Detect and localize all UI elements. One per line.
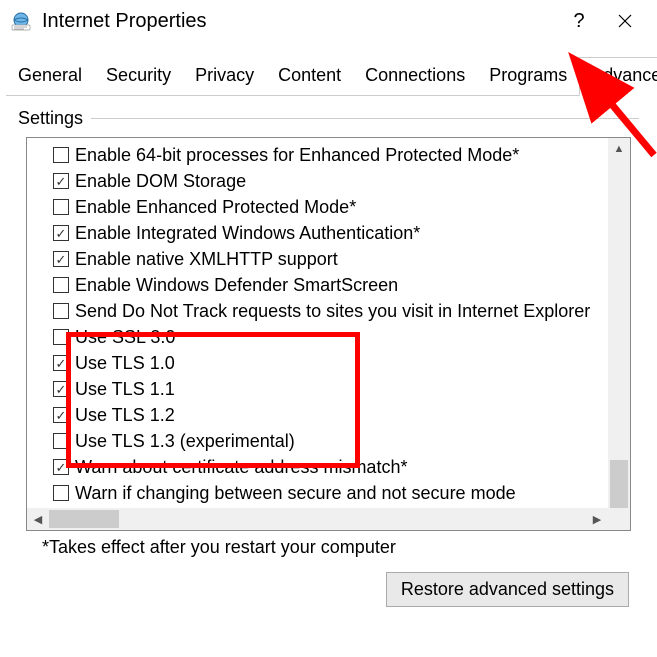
window-title: Internet Properties	[42, 10, 559, 33]
help-button[interactable]: ?	[559, 3, 599, 39]
window-controls: ?	[559, 3, 651, 39]
tab-content[interactable]: Content	[266, 57, 353, 96]
setting-item[interactable]: Use SSL 3.0	[53, 324, 630, 350]
setting-item[interactable]: Enable 64-bit processes for Enhanced Pro…	[53, 142, 630, 168]
checkbox-icon[interactable]	[53, 485, 69, 501]
setting-label: Enable Enhanced Protected Mode*	[75, 197, 356, 218]
checkbox-icon[interactable]	[53, 173, 69, 189]
restore-advanced-settings-button[interactable]: Restore advanced settings	[386, 572, 629, 607]
checkbox-icon[interactable]	[53, 199, 69, 215]
checkbox-icon[interactable]	[53, 381, 69, 397]
checkbox-icon[interactable]	[53, 147, 69, 163]
setting-item[interactable]: Enable native XMLHTTP support	[53, 246, 630, 272]
setting-item[interactable]: Enable DOM Storage	[53, 168, 630, 194]
horizontal-scrollbar[interactable]: ◀ ▶	[27, 508, 630, 530]
tab-security[interactable]: Security	[94, 57, 183, 96]
vertical-scrollbar[interactable]: ▲ ▼	[608, 138, 630, 508]
checkbox-icon[interactable]	[53, 407, 69, 423]
setting-item[interactable]: Use TLS 1.1	[53, 376, 630, 402]
setting-label: Enable Windows Defender SmartScreen	[75, 275, 398, 296]
checkbox-icon[interactable]	[53, 225, 69, 241]
titlebar: Internet Properties ?	[0, 0, 657, 42]
checkbox-icon[interactable]	[53, 355, 69, 371]
setting-label: Warn about certificate address mismatch*	[75, 457, 407, 478]
setting-label: Use SSL 3.0	[75, 327, 175, 348]
tab-advanced[interactable]: Advanced	[579, 57, 657, 96]
setting-label: Enable 64-bit processes for Enhanced Pro…	[75, 145, 519, 166]
groupbox-settings: Settings	[18, 108, 639, 129]
setting-item[interactable]: Enable Integrated Windows Authentication…	[53, 220, 630, 246]
settings-list: Enable 64-bit processes for Enhanced Pro…	[27, 138, 630, 530]
setting-item[interactable]: Warn if changing between secure and not …	[53, 480, 630, 506]
tab-strip: GeneralSecurityPrivacyContentConnections…	[6, 56, 651, 96]
tab-connections[interactable]: Connections	[353, 57, 477, 96]
scroll-track[interactable]	[608, 160, 630, 486]
setting-item[interactable]: Enable Enhanced Protected Mode*	[53, 194, 630, 220]
scroll-right-arrow-icon[interactable]: ▶	[586, 508, 608, 530]
setting-item[interactable]: Enable Windows Defender SmartScreen	[53, 272, 630, 298]
checkbox-icon[interactable]	[53, 251, 69, 267]
checkbox-icon[interactable]	[53, 303, 69, 319]
setting-item[interactable]: Use TLS 1.2	[53, 402, 630, 428]
checkbox-icon[interactable]	[53, 433, 69, 449]
groupbox-label: Settings	[18, 108, 83, 129]
hscroll-thumb[interactable]	[49, 510, 119, 528]
internet-options-icon	[10, 10, 32, 32]
tab-general[interactable]: General	[6, 57, 94, 96]
settings-listbox[interactable]: Enable 64-bit processes for Enhanced Pro…	[26, 137, 631, 531]
setting-item[interactable]: Use TLS 1.3 (experimental)	[53, 428, 630, 454]
tab-content-advanced: Settings Enable 64-bit processes for Enh…	[0, 96, 657, 611]
button-row: Restore advanced settings	[18, 572, 629, 607]
scroll-up-arrow-icon[interactable]: ▲	[608, 138, 630, 160]
setting-label: Warn if changing between secure and not …	[75, 483, 516, 504]
setting-label: Enable DOM Storage	[75, 171, 246, 192]
hscroll-track[interactable]	[49, 508, 586, 530]
checkbox-icon[interactable]	[53, 277, 69, 293]
setting-label: Use TLS 1.1	[75, 379, 175, 400]
setting-item[interactable]: Warn about certificate address mismatch*	[53, 454, 630, 480]
close-button[interactable]	[599, 3, 651, 39]
setting-item[interactable]: Send Do Not Track requests to sites you …	[53, 298, 630, 324]
checkbox-icon[interactable]	[53, 459, 69, 475]
scroll-corner	[608, 508, 630, 530]
setting-label: Use TLS 1.2	[75, 405, 175, 426]
setting-label: Use TLS 1.0	[75, 353, 175, 374]
setting-label: Send Do Not Track requests to sites you …	[75, 301, 590, 322]
groupbox-line	[91, 118, 639, 119]
setting-label: Enable native XMLHTTP support	[75, 249, 338, 270]
restart-footnote: *Takes effect after you restart your com…	[42, 537, 639, 558]
scroll-left-arrow-icon[interactable]: ◀	[27, 508, 49, 530]
setting-label: Use TLS 1.3 (experimental)	[75, 431, 295, 452]
checkbox-icon[interactable]	[53, 329, 69, 345]
setting-item[interactable]: Use TLS 1.0	[53, 350, 630, 376]
tab-programs[interactable]: Programs	[477, 57, 579, 96]
tab-privacy[interactable]: Privacy	[183, 57, 266, 96]
setting-label: Enable Integrated Windows Authentication…	[75, 223, 420, 244]
